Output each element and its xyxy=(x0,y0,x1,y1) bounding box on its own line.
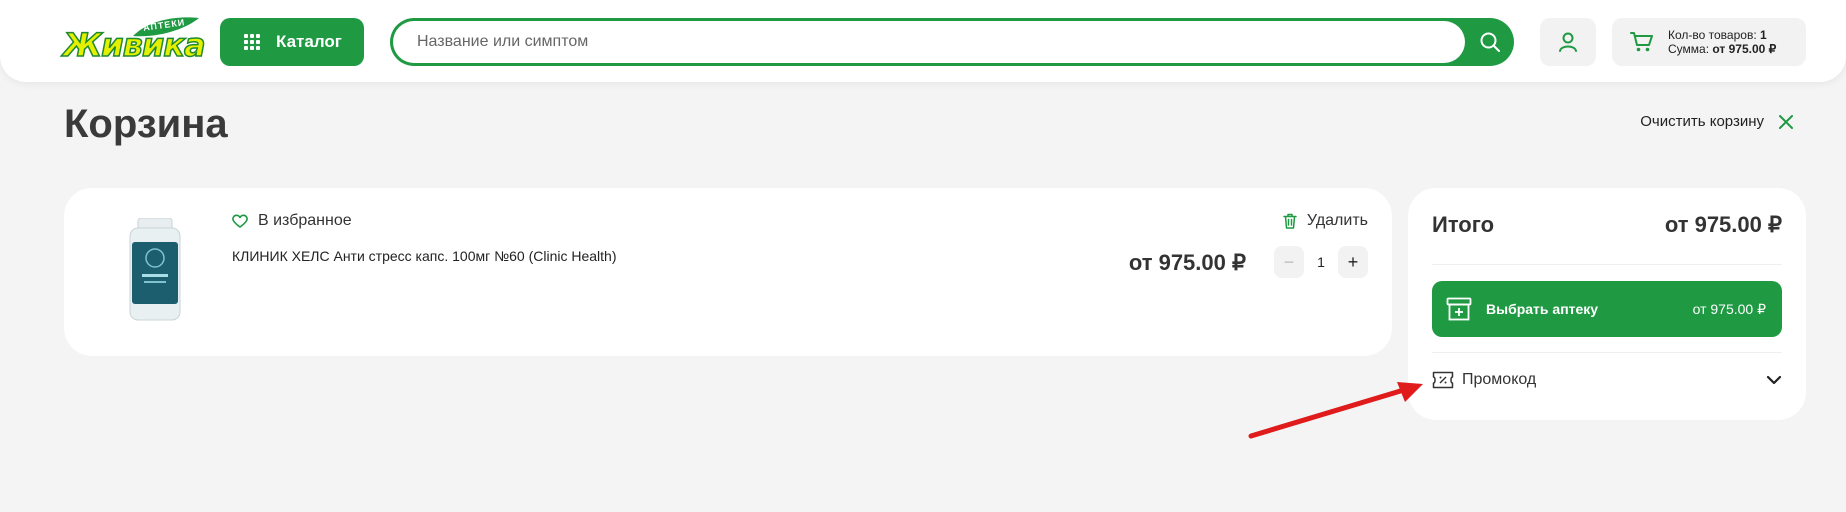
total-label: Итого xyxy=(1432,212,1495,237)
search-bar xyxy=(390,18,1514,66)
heart-icon xyxy=(232,214,248,228)
logo-main-text: Живика xyxy=(62,25,206,65)
clear-cart-label: Очистить корзину xyxy=(1640,113,1764,130)
total-row: Итого от 975.00 ₽ xyxy=(1432,212,1782,238)
quantity-stepper: − 1 + xyxy=(1274,246,1368,278)
search-icon xyxy=(1480,32,1500,52)
cart-icon xyxy=(1630,32,1653,52)
site-header: АПТЕКИ Живика Каталог Кол-во товар xyxy=(0,0,1846,82)
product-image[interactable] xyxy=(124,218,186,324)
search-input[interactable] xyxy=(393,21,1465,63)
product-name[interactable]: КЛИНИК ХЕЛС Анти стресс капс. 100мг №60 … xyxy=(232,248,617,264)
grid-icon xyxy=(244,34,260,50)
catalog-button[interactable]: Каталог xyxy=(220,18,364,66)
page-title: Корзина xyxy=(64,102,228,146)
promo-label: Промокод xyxy=(1462,371,1537,388)
delete-item-button[interactable]: Удалить xyxy=(1283,212,1368,230)
total-value: от 975.00 ₽ xyxy=(1664,212,1782,237)
item-price: от 975.00 ₽ xyxy=(1128,250,1246,275)
cart-count: 1 xyxy=(1760,28,1767,42)
cart-sum-label: Сумма: xyxy=(1668,42,1710,56)
decrease-quantity-button[interactable]: − xyxy=(1274,246,1304,278)
annotation-arrow xyxy=(1248,382,1423,439)
cart-count-label: Кол-во товаров: xyxy=(1668,28,1757,42)
summary-divider xyxy=(1432,264,1782,265)
favorites-label: В избранное xyxy=(258,212,352,229)
summary-divider-2 xyxy=(1432,352,1782,353)
logo[interactable]: АПТЕКИ Живика xyxy=(62,16,206,65)
choose-pharmacy-label: Выбрать аптеку xyxy=(1486,301,1599,317)
catalog-label: Каталог xyxy=(276,32,342,51)
cart-item-card: В избранное КЛИНИК ХЕЛС Анти стресс капс… xyxy=(64,188,1392,356)
header-cart-button[interactable]: Кол-во товаров: 1 Сумма: от 975.00 ₽ xyxy=(1612,18,1806,66)
clear-cart-button[interactable]: Очистить корзину xyxy=(1640,113,1794,130)
account-button[interactable] xyxy=(1540,18,1596,66)
choose-pharmacy-button[interactable]: Выбрать аптеку от 975.00 ₽ xyxy=(1432,281,1782,337)
chevron-down-icon xyxy=(1766,375,1782,385)
delete-label: Удалить xyxy=(1306,212,1368,229)
promo-ticket-icon xyxy=(1432,371,1454,389)
cart-summary-text: Кол-во товаров: 1 Сумма: от 975.00 ₽ xyxy=(1668,28,1776,56)
order-summary: Итого от 975.00 ₽ Выбрать аптеку от 975.… xyxy=(1408,188,1806,420)
pharmacy-box-icon xyxy=(1446,297,1472,321)
close-icon xyxy=(1779,114,1793,129)
search-button[interactable] xyxy=(1466,18,1514,66)
quantity-value[interactable]: 1 xyxy=(1304,254,1338,270)
cart-sum: от 975.00 ₽ xyxy=(1712,42,1777,56)
user-icon xyxy=(1559,32,1577,52)
increase-quantity-button[interactable]: + xyxy=(1338,246,1368,278)
promo-code-toggle[interactable]: Промокод xyxy=(1432,371,1782,389)
trash-icon xyxy=(1283,213,1297,229)
add-to-favorites-button[interactable]: В избранное xyxy=(232,212,352,230)
choose-pharmacy-amount: от 975.00 ₽ xyxy=(1692,300,1766,317)
